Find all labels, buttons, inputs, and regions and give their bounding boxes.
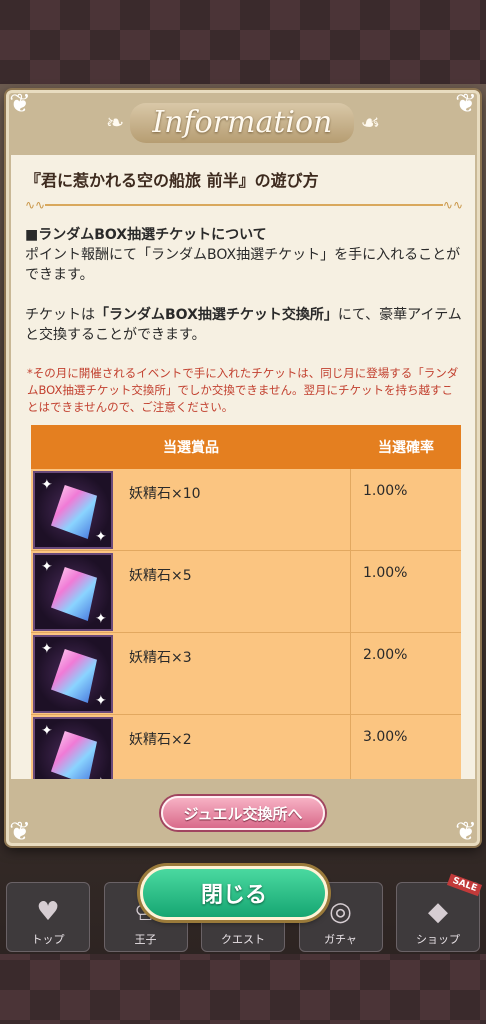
header-rate: 当選確率 <box>378 440 434 456</box>
table-row: ✦ ✦ 妖精石×3 2.00% <box>31 633 461 715</box>
prize-name: 妖精石×2 <box>129 732 192 748</box>
nav-top[interactable]: ♥ トップ <box>6 882 90 952</box>
divider-ornament-icon: ∿∿ <box>442 198 463 212</box>
nav-label: 王子 <box>134 933 157 946</box>
nav-label: クエスト <box>221 933 265 946</box>
header-prize: 当選賞品 <box>163 440 219 456</box>
table-row: ✦ ✦ 妖精石×10 1.00% <box>31 469 461 551</box>
prize-table: 当選賞品 当選確率 ✦ ✦ 妖精石×10 1.00% ✦ ✦ 妖精石×5 1.00% <box>31 425 461 779</box>
event-heading: 『君に惹かれる空の船旅 前半』の遊び方 <box>25 171 319 190</box>
prize-rate: 1.00% <box>363 483 408 499</box>
prize-rate: 1.00% <box>363 565 408 581</box>
flourish-right-icon: ☙ <box>360 110 381 136</box>
body-text: ■ランダムBOX抽選チケットについて ポイント報酬にて「ランダムBOX抽選チケッ… <box>25 225 465 365</box>
para2-bold: 「ランダムBOX抽選チケット交換所」 <box>95 307 338 323</box>
table-header: 当選賞品 当選確率 <box>31 425 461 469</box>
para2-prefix: チケットは <box>25 307 95 323</box>
jewel-exchange-button[interactable]: ジュエル交換所へ <box>161 796 325 830</box>
fairy-stone-icon: ✦✦ <box>33 635 113 713</box>
paragraph-exchange: チケットは「ランダムBOX抽選チケット交換所」にて、豪華アイテムと交換することが… <box>25 305 465 345</box>
modal-footer: ジュエル交換所へ <box>9 783 477 843</box>
sale-badge: SALE <box>446 873 483 897</box>
modal-title: Information <box>130 103 355 143</box>
ornamental-divider: ∿∿ ∿∿ <box>25 199 463 211</box>
close-button[interactable]: 閉じる <box>140 866 328 920</box>
fairy-stone-icon: ✦✦ <box>33 717 113 779</box>
caution-note: *その月に開催されるイベントで手に入れたチケットは、同じ月に登場する「ランダムB… <box>27 366 459 414</box>
nav-shop[interactable]: SALE ◆ ショップ <box>396 873 483 952</box>
nav-label: ガチャ <box>324 933 357 946</box>
fairy-stone-icon: ✦✦ <box>33 553 113 631</box>
information-modal: ❦ ❦ ❦ ❦ ❧ Information ☙ 『君に惹かれる空の船旅 前半』の… <box>6 89 480 847</box>
heart-icon: ♥ <box>36 897 60 927</box>
modal-header: ❧ Information ☙ <box>9 93 477 153</box>
section-title: ■ランダムBOX抽選チケットについて <box>25 227 267 243</box>
prize-rate: 2.00% <box>363 647 408 663</box>
gem-icon: ◆ <box>428 897 448 927</box>
prize-rate: 3.00% <box>363 729 408 745</box>
nav-label: ショップ <box>416 933 460 946</box>
divider-ornament-icon: ∿∿ <box>25 198 46 212</box>
prize-name: 妖精石×10 <box>129 486 201 502</box>
flourish-left-icon: ❧ <box>105 110 125 136</box>
gacha-icon: ◎ <box>329 897 352 927</box>
nav-label: トップ <box>31 933 65 946</box>
modal-content[interactable]: 『君に惹かれる空の船旅 前半』の遊び方 ∿∿ ∿∿ ■ランダムBOX抽選チケット… <box>11 155 475 779</box>
fairy-stone-icon: ✦✦ <box>33 471 113 549</box>
prize-name: 妖精石×5 <box>129 568 192 584</box>
table-row: ✦✦ 妖精石×2 3.00% <box>31 715 461 779</box>
prize-name: 妖精石×3 <box>129 650 192 666</box>
table-row: ✦ ✦ 妖精石×5 1.00% <box>31 551 461 633</box>
paragraph-reward: ポイント報酬にて「ランダムBOX抽選チケット」を手に入れることができます。 <box>25 247 461 283</box>
